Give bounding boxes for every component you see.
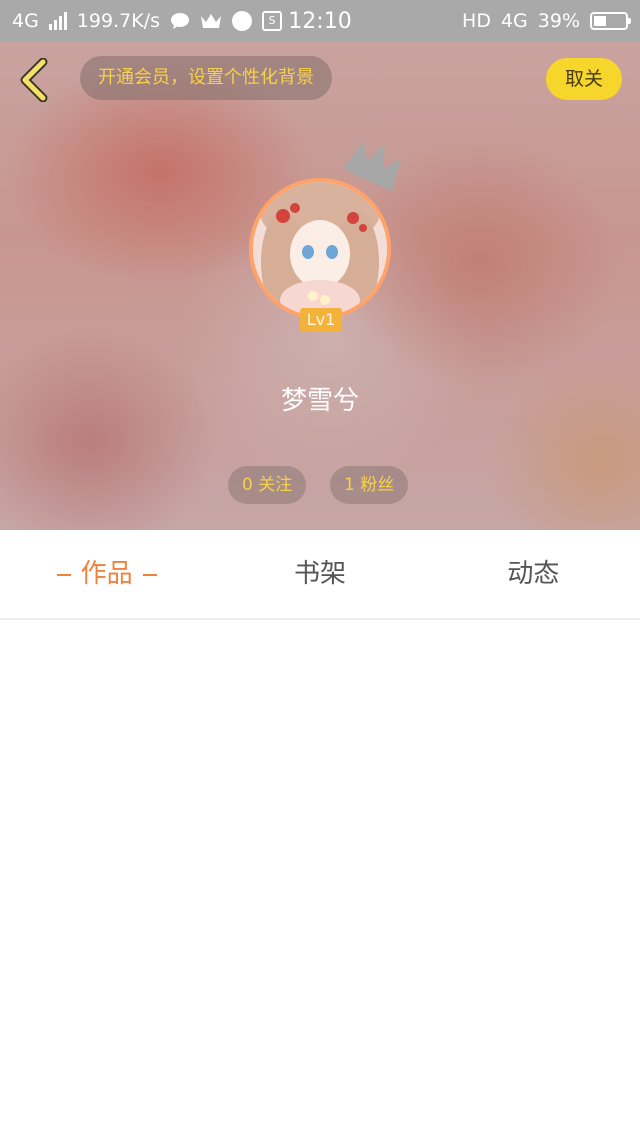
s-app-icon: S: [261, 11, 282, 31]
level-badge: Lv1: [300, 308, 342, 332]
hd-label: HD: [462, 10, 491, 32]
tab-label: 作品: [80, 559, 133, 589]
profile-header: 开通会员，设置个性化背景 取关 Lv1 梦雪兮 0 关注 1 粉丝: [0, 42, 640, 530]
following-count[interactable]: 0 关注: [228, 466, 307, 504]
status-time: 12:10: [288, 8, 352, 34]
status-bar: 4G 199.7K/s S 12:10 HD 4G 39%: [0, 0, 640, 42]
username: 梦雪兮: [280, 386, 359, 416]
back-chevron-icon: [20, 58, 48, 102]
avatar[interactable]: [249, 178, 391, 320]
tab-dash-left: [56, 573, 71, 576]
planet-icon: [231, 11, 252, 31]
status-left: 4G 199.7K/s S: [12, 10, 282, 32]
tab-works[interactable]: 作品: [0, 530, 213, 618]
back-button[interactable]: [14, 56, 54, 104]
avatar-container[interactable]: [249, 178, 391, 320]
tab-label: 书架: [293, 559, 346, 589]
fans-count[interactable]: 1 粉丝: [330, 466, 409, 504]
crown-small-icon: [200, 14, 221, 28]
avatar-illustration: [253, 182, 387, 316]
vip-background-prompt[interactable]: 开通会员，设置个性化背景: [80, 56, 332, 100]
tab-dash-right: [142, 573, 157, 576]
profile-tabs: 作品 书架 动态: [0, 530, 640, 620]
battery-percent: 39%: [537, 10, 580, 32]
network-type-right: 4G: [500, 10, 528, 32]
tab-activity[interactable]: 动态: [427, 530, 640, 618]
battery-icon: [590, 12, 631, 30]
network-type: 4G: [12, 10, 39, 32]
tab-bookshelf[interactable]: 书架: [213, 530, 426, 618]
network-speed: 199.7K/s: [76, 10, 160, 32]
battery-level: [594, 16, 606, 26]
signal-icon: [48, 12, 67, 30]
status-right: HD 4G 39%: [462, 10, 631, 32]
unfollow-button[interactable]: 取关: [546, 58, 622, 100]
chat-icon: [170, 13, 189, 29]
content-area: [0, 620, 640, 1138]
tab-label: 动态: [507, 559, 560, 589]
